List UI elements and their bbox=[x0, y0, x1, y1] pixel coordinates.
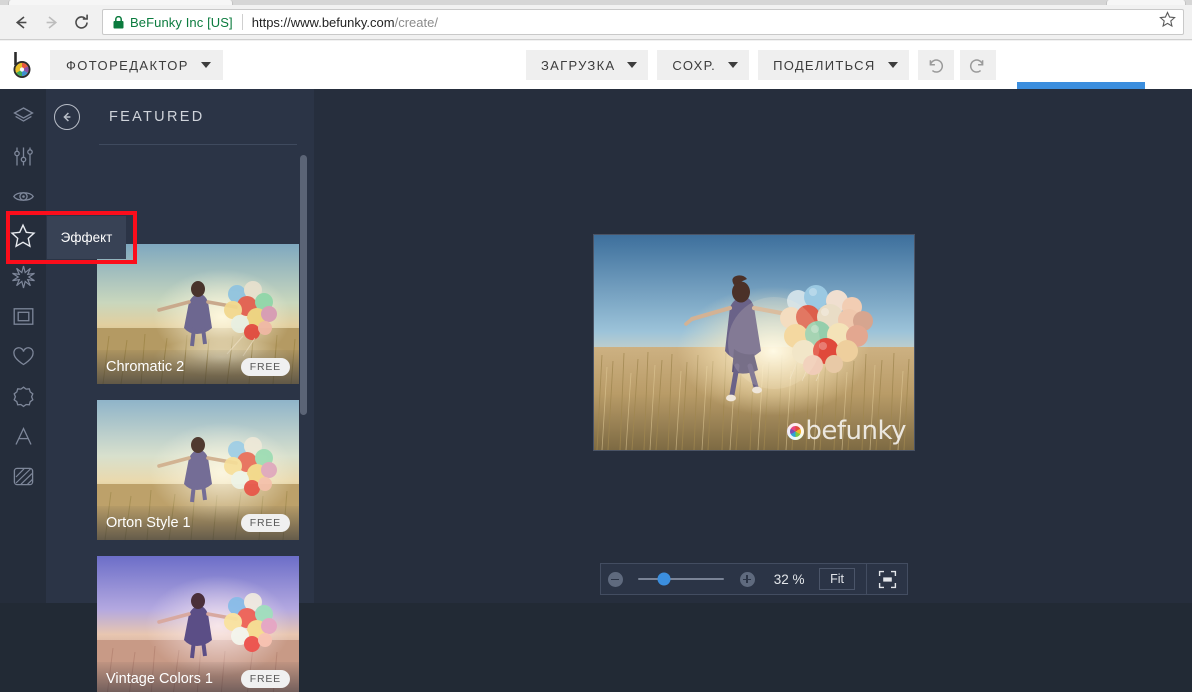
back-arrow-icon[interactable] bbox=[6, 7, 36, 37]
zoom-in-icon bbox=[739, 571, 755, 587]
back-circle-icon[interactable] bbox=[54, 103, 80, 130]
forward-arrow-icon[interactable] bbox=[36, 7, 66, 37]
tooltip-label: Эффект bbox=[60, 230, 113, 245]
effects-thumbnail-list[interactable]: Chromatic 2 FREE Orton Style 1 FREE Vint… bbox=[46, 244, 314, 692]
url-text: https://www.befunky.com/create/ bbox=[252, 15, 438, 30]
mode-selector-button[interactable]: ФОТОРЕДАКТОР bbox=[50, 50, 223, 80]
texture-icon bbox=[13, 467, 33, 485]
sidebar-item-graphics[interactable] bbox=[0, 376, 46, 416]
zoom-level-value: 32 % bbox=[773, 571, 805, 587]
befunky-logo[interactable] bbox=[0, 51, 46, 79]
url-domain: https://www.befunky.com bbox=[251, 14, 395, 30]
browser-chrome: BeFunky Inc [US] https://www.befunky.com… bbox=[0, 0, 1192, 41]
effect-label-bar: Orton Style 1 FREE bbox=[97, 506, 299, 540]
lock-icon bbox=[113, 15, 124, 29]
list-item[interactable]: Orton Style 1 FREE bbox=[97, 400, 299, 540]
chevron-down-icon bbox=[728, 62, 739, 68]
effect-name: Chromatic 2 bbox=[106, 359, 185, 375]
upload-label: ЗАГРУЗКА bbox=[541, 57, 616, 73]
reload-icon[interactable] bbox=[66, 7, 96, 37]
effect-name: Vintage Colors 1 bbox=[106, 671, 213, 687]
effect-label-bar: Vintage Colors 1 FREE bbox=[97, 662, 299, 692]
sidebar-item-touchup[interactable] bbox=[0, 176, 46, 216]
effect-name: Orton Style 1 bbox=[106, 515, 191, 531]
status-badge: FREE bbox=[240, 358, 290, 376]
sidebar-item-text[interactable] bbox=[0, 416, 46, 456]
share-button[interactable]: ПОДЕЛИТЬСЯ bbox=[758, 50, 909, 80]
befunky-dot-icon bbox=[787, 422, 805, 440]
redo-icon[interactable] bbox=[959, 50, 996, 80]
panel-header: FEATURED bbox=[46, 89, 314, 144]
sidebar-item-frames[interactable] bbox=[0, 296, 46, 336]
status-badge: FREE bbox=[240, 514, 290, 532]
badge-icon bbox=[12, 385, 34, 407]
zoom-slider-track bbox=[638, 578, 725, 580]
list-item[interactable]: Vintage Colors 1 FREE bbox=[97, 556, 299, 692]
fit-to-frame-icon bbox=[878, 570, 896, 588]
mode-selector-label: ФОТОРЕДАКТОР bbox=[66, 57, 189, 73]
heart-icon bbox=[12, 346, 34, 365]
app-toolbar: ФОТОРЕДАКТОР ЗАГРУЗКА СОХР. ПОДЕЛИТЬСЯ bbox=[0, 41, 1192, 130]
chevron-down-icon bbox=[627, 62, 638, 68]
page-title: FEATURED bbox=[109, 108, 205, 125]
eye-icon bbox=[12, 191, 34, 201]
toolbar-actions: ЗАГРУЗКА СОХР. ПОДЕЛИТЬСЯ bbox=[526, 50, 1002, 80]
panel-divider bbox=[99, 144, 297, 145]
effects-panel: FEATURED Chromatic 2 FREE Orton Style 1 … bbox=[46, 89, 314, 692]
panel-scrollbar[interactable] bbox=[300, 155, 307, 415]
chevron-down-icon bbox=[200, 62, 211, 68]
sidebar-item-artsy[interactable] bbox=[0, 256, 46, 296]
main-photo[interactable]: befunky bbox=[593, 234, 915, 451]
bookmark-star-icon[interactable] bbox=[1159, 11, 1176, 33]
starburst-icon bbox=[11, 265, 35, 288]
sliders-icon bbox=[13, 147, 33, 165]
fit-button[interactable]: Fit bbox=[819, 568, 855, 590]
sidebar-item-layers[interactable] bbox=[0, 96, 46, 136]
layers-icon bbox=[12, 106, 34, 122]
address-bar[interactable]: BeFunky Inc [US] https://www.befunky.com… bbox=[102, 9, 1184, 35]
zoom-slider-knob[interactable] bbox=[657, 572, 671, 586]
zoom-out-button[interactable] bbox=[601, 571, 629, 587]
share-label: ПОДЕЛИТЬСЯ bbox=[773, 57, 876, 73]
url-path: /create/ bbox=[394, 14, 438, 30]
sidebar-item-overlays[interactable] bbox=[0, 336, 46, 376]
omnibox-divider bbox=[241, 14, 243, 30]
zoom-out-icon bbox=[607, 571, 623, 587]
watermark-text: befunky bbox=[805, 416, 906, 446]
status-badge: FREE bbox=[240, 670, 290, 688]
list-item[interactable]: Chromatic 2 FREE bbox=[97, 244, 299, 384]
tooltip: Эффект bbox=[47, 216, 126, 259]
fit-to-frame-button[interactable] bbox=[867, 570, 907, 589]
zoom-in-button[interactable] bbox=[733, 571, 761, 587]
canvas-area[interactable]: befunky 32 % Fit bbox=[314, 89, 1192, 603]
left-icon-rail bbox=[0, 89, 46, 603]
zoom-slider[interactable] bbox=[638, 570, 725, 588]
undo-icon[interactable] bbox=[917, 50, 954, 80]
letter-a-icon bbox=[14, 426, 32, 445]
save-button[interactable]: СОХР. bbox=[657, 50, 750, 80]
upload-button[interactable]: ЗАГРУЗКА bbox=[526, 50, 649, 80]
sidebar-item-effects[interactable] bbox=[0, 216, 46, 256]
zoom-toolbar: 32 % Fit bbox=[600, 563, 908, 595]
sidebar-item-edit[interactable] bbox=[0, 136, 46, 176]
save-label: СОХР. bbox=[672, 57, 717, 73]
frame-icon bbox=[13, 307, 33, 325]
effect-label-bar: Chromatic 2 FREE bbox=[97, 350, 299, 384]
chevron-down-icon bbox=[887, 62, 898, 68]
security-label: BeFunky Inc [US] bbox=[130, 14, 233, 30]
sidebar-item-textures[interactable] bbox=[0, 456, 46, 496]
browser-navbar: BeFunky Inc [US] https://www.befunky.com… bbox=[0, 5, 1192, 40]
star-icon bbox=[10, 223, 36, 248]
watermark: befunky bbox=[787, 416, 906, 446]
